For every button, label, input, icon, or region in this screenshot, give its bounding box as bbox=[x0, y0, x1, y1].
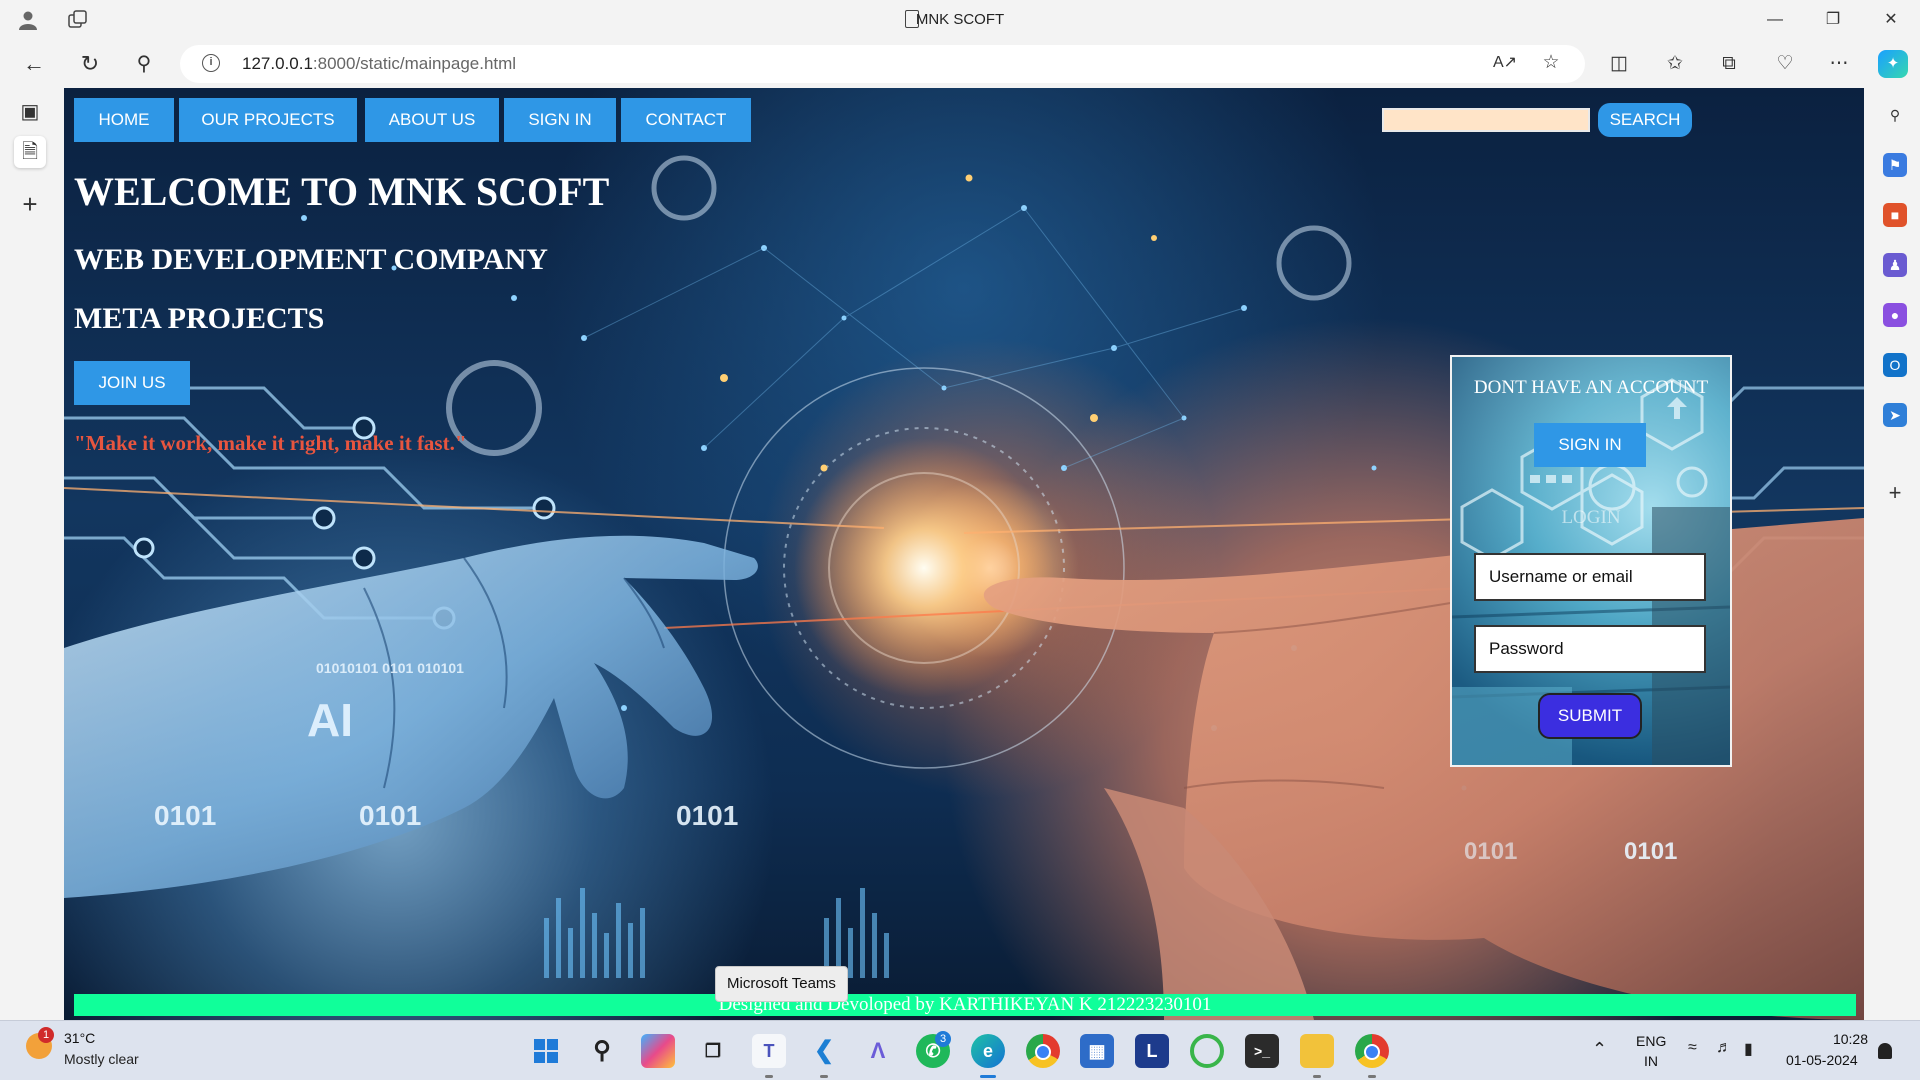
copilot-icon[interactable]: ✦ bbox=[1878, 50, 1908, 78]
collections-icon[interactable]: ⧉ bbox=[1714, 50, 1744, 78]
search-input[interactable] bbox=[1382, 108, 1590, 132]
url-host: 127.0.0.1 bbox=[242, 54, 313, 73]
search-button[interactable]: SEARCH bbox=[1598, 103, 1692, 137]
volume-muted-icon[interactable]: ♬ bbox=[1716, 1039, 1732, 1057]
terminal-icon[interactable]: >_ bbox=[1245, 1034, 1279, 1068]
url-bar[interactable]: i 127.0.0.1:8000/static/mainpage.html A↗… bbox=[180, 45, 1585, 83]
refresh-icon[interactable]: ↻ bbox=[74, 48, 106, 80]
minimize-icon[interactable]: — bbox=[1755, 6, 1795, 34]
browser-essentials-icon[interactable]: ♡ bbox=[1770, 50, 1800, 78]
card-heading: DONT HAVE AN ACCOUNT bbox=[1473, 377, 1709, 398]
vscode-running-indicator bbox=[820, 1075, 828, 1078]
nav-our-projects[interactable]: OUR PROJECTS bbox=[179, 98, 357, 142]
hero-subheading: WEB DEVELOPMENT COMPANY bbox=[74, 243, 548, 276]
task-view-icon[interactable]: ❐ bbox=[696, 1034, 730, 1068]
nav-contact[interactable]: CONTACT bbox=[621, 98, 751, 142]
nav-about-us[interactable]: ABOUT US bbox=[365, 98, 499, 142]
join-us-button[interactable]: JOIN US bbox=[74, 361, 190, 405]
copilot-pre-icon[interactable] bbox=[641, 1034, 675, 1068]
taskbar-search-icon[interactable]: ⚲ bbox=[585, 1034, 619, 1068]
chrome-running-indicator bbox=[1368, 1075, 1376, 1078]
bg-binary-5: 01010101 0101 010101 bbox=[316, 660, 464, 676]
games-icon[interactable]: ♟ bbox=[1883, 253, 1907, 277]
windows-taskbar: 1 31°C Mostly clear ⚲ ❐ T ❮ Λ ✆ 3 e ▦ L … bbox=[0, 1020, 1920, 1080]
edge-running-indicator bbox=[980, 1075, 996, 1078]
app-l-icon[interactable]: L bbox=[1135, 1034, 1169, 1068]
bg-binary-4: 0101 bbox=[1624, 838, 1677, 865]
store-icon[interactable]: ▦ bbox=[1080, 1034, 1114, 1068]
submit-button[interactable]: SUBMIT bbox=[1538, 693, 1642, 739]
outlook-icon[interactable]: O bbox=[1883, 353, 1907, 377]
hero-heading: WELCOME TO MNK SCOFT bbox=[74, 169, 610, 214]
weather-description[interactable]: Mostly clear bbox=[64, 1051, 139, 1067]
hero-subheading-2: META PROJECTS bbox=[74, 302, 325, 335]
nav-home[interactable]: HOME bbox=[74, 98, 174, 142]
language-indicator[interactable]: ENG bbox=[1636, 1033, 1666, 1049]
vertical-tabs-rail: ▣ 🗎 + bbox=[0, 88, 60, 1020]
battery-icon[interactable]: ▮ bbox=[1744, 1039, 1753, 1059]
favorites-icon[interactable]: ✩ bbox=[1660, 50, 1690, 78]
app-arc-icon[interactable]: Λ bbox=[861, 1034, 895, 1068]
chrome-icon[interactable] bbox=[1026, 1034, 1060, 1068]
sidebar-search-icon[interactable]: ⚲ bbox=[1883, 103, 1907, 127]
address-toolbar: ← ↻ ⚲ i 127.0.0.1:8000/static/mainpage.h… bbox=[0, 40, 1920, 88]
clock-time[interactable]: 10:28 bbox=[1830, 1031, 1868, 1047]
notification-bell-icon[interactable] bbox=[1878, 1043, 1892, 1059]
web-page: AI 0101 0101 0101 0101 01010101 0101 010… bbox=[64, 88, 1864, 1020]
weather-temperature[interactable]: 31°C bbox=[64, 1030, 95, 1046]
favorite-star-icon[interactable]: ☆ bbox=[1536, 49, 1566, 77]
start-windows-icon[interactable] bbox=[529, 1034, 563, 1068]
footer-credit: Designed and Devoloped by KARTHIKEYAN K … bbox=[74, 994, 1856, 1016]
add-sidebar-app-icon[interactable]: + bbox=[1883, 481, 1907, 505]
bg-ai-text: AI bbox=[307, 694, 353, 746]
browser-title-bar: MNK SCOFT — ❐ ✕ bbox=[0, 0, 1920, 40]
tab-mnk-scoft[interactable]: 🗎 bbox=[14, 136, 46, 168]
edge-icon[interactable]: e bbox=[971, 1034, 1005, 1068]
new-tab-icon[interactable]: + bbox=[14, 188, 46, 220]
file-explorer-icon[interactable] bbox=[1300, 1034, 1334, 1068]
url-text[interactable]: 127.0.0.1:8000/static/mainpage.html bbox=[242, 54, 516, 74]
restore-icon[interactable]: ❐ bbox=[1813, 6, 1853, 34]
weather-notification-badge: 1 bbox=[38, 1027, 54, 1043]
more-options-icon[interactable]: ⋯ bbox=[1824, 50, 1854, 78]
login-card: DONT HAVE AN ACCOUNT SIGN IN LOGIN Usern… bbox=[1450, 355, 1732, 767]
read-aloud-icon[interactable]: A↗ bbox=[1490, 49, 1520, 77]
url-path: :8000/static/mainpage.html bbox=[312, 54, 517, 73]
nav-sign-in[interactable]: SIGN IN bbox=[504, 98, 616, 142]
bg-binary-6: 0101 bbox=[1464, 838, 1517, 865]
bg-binary-2: 0101 bbox=[359, 800, 421, 831]
region-indicator[interactable]: IN bbox=[1644, 1053, 1658, 1069]
send-icon[interactable]: ➤ bbox=[1883, 403, 1907, 427]
app-ring-icon[interactable] bbox=[1190, 1034, 1224, 1068]
clock-date[interactable]: 01-05-2024 bbox=[1786, 1052, 1858, 1068]
site-info-icon[interactable]: i bbox=[202, 54, 220, 72]
bg-binary-1: 0101 bbox=[154, 800, 216, 831]
shopping-tag-icon[interactable]: ⚑ bbox=[1883, 153, 1907, 177]
split-screen-icon[interactable]: ◫ bbox=[1604, 50, 1634, 78]
hero-tagline: "Make it work, make it right, make it fa… bbox=[74, 431, 467, 455]
explorer-running-indicator bbox=[1313, 1075, 1321, 1078]
whatsapp-badge: 3 bbox=[935, 1031, 951, 1047]
password-field[interactable]: Password bbox=[1474, 625, 1706, 673]
show-hidden-icons-chevron[interactable]: ⌃ bbox=[1592, 1039, 1607, 1060]
taskbar-tooltip: Microsoft Teams bbox=[715, 966, 848, 1002]
back-icon[interactable]: ← bbox=[18, 48, 50, 80]
sidebar-apps-rail: ⚲ ⚑ ■ ♟ ● O ➤ + bbox=[1870, 88, 1920, 1020]
vscode-icon[interactable]: ❮ bbox=[807, 1034, 841, 1068]
chrome-profile-icon[interactable] bbox=[1355, 1034, 1389, 1068]
tools-briefcase-icon[interactable]: ■ bbox=[1883, 203, 1907, 227]
wifi-icon[interactable]: ≈ bbox=[1688, 1039, 1697, 1057]
username-field[interactable]: Username or email bbox=[1474, 553, 1706, 601]
window-title: MNK SCOFT bbox=[915, 11, 1005, 28]
tab-actions-icon[interactable]: ▣ bbox=[14, 96, 46, 128]
card-login-label: LOGIN bbox=[1561, 507, 1621, 528]
bg-binary-3: 0101 bbox=[676, 800, 738, 831]
close-icon[interactable]: ✕ bbox=[1871, 6, 1911, 34]
microsoft365-icon[interactable]: ● bbox=[1883, 303, 1907, 327]
search-icon[interactable]: ⚲ bbox=[128, 48, 160, 80]
teams-running-indicator bbox=[765, 1075, 773, 1078]
card-sign-in-button[interactable]: SIGN IN bbox=[1534, 423, 1646, 467]
teams-icon[interactable]: T bbox=[752, 1034, 786, 1068]
